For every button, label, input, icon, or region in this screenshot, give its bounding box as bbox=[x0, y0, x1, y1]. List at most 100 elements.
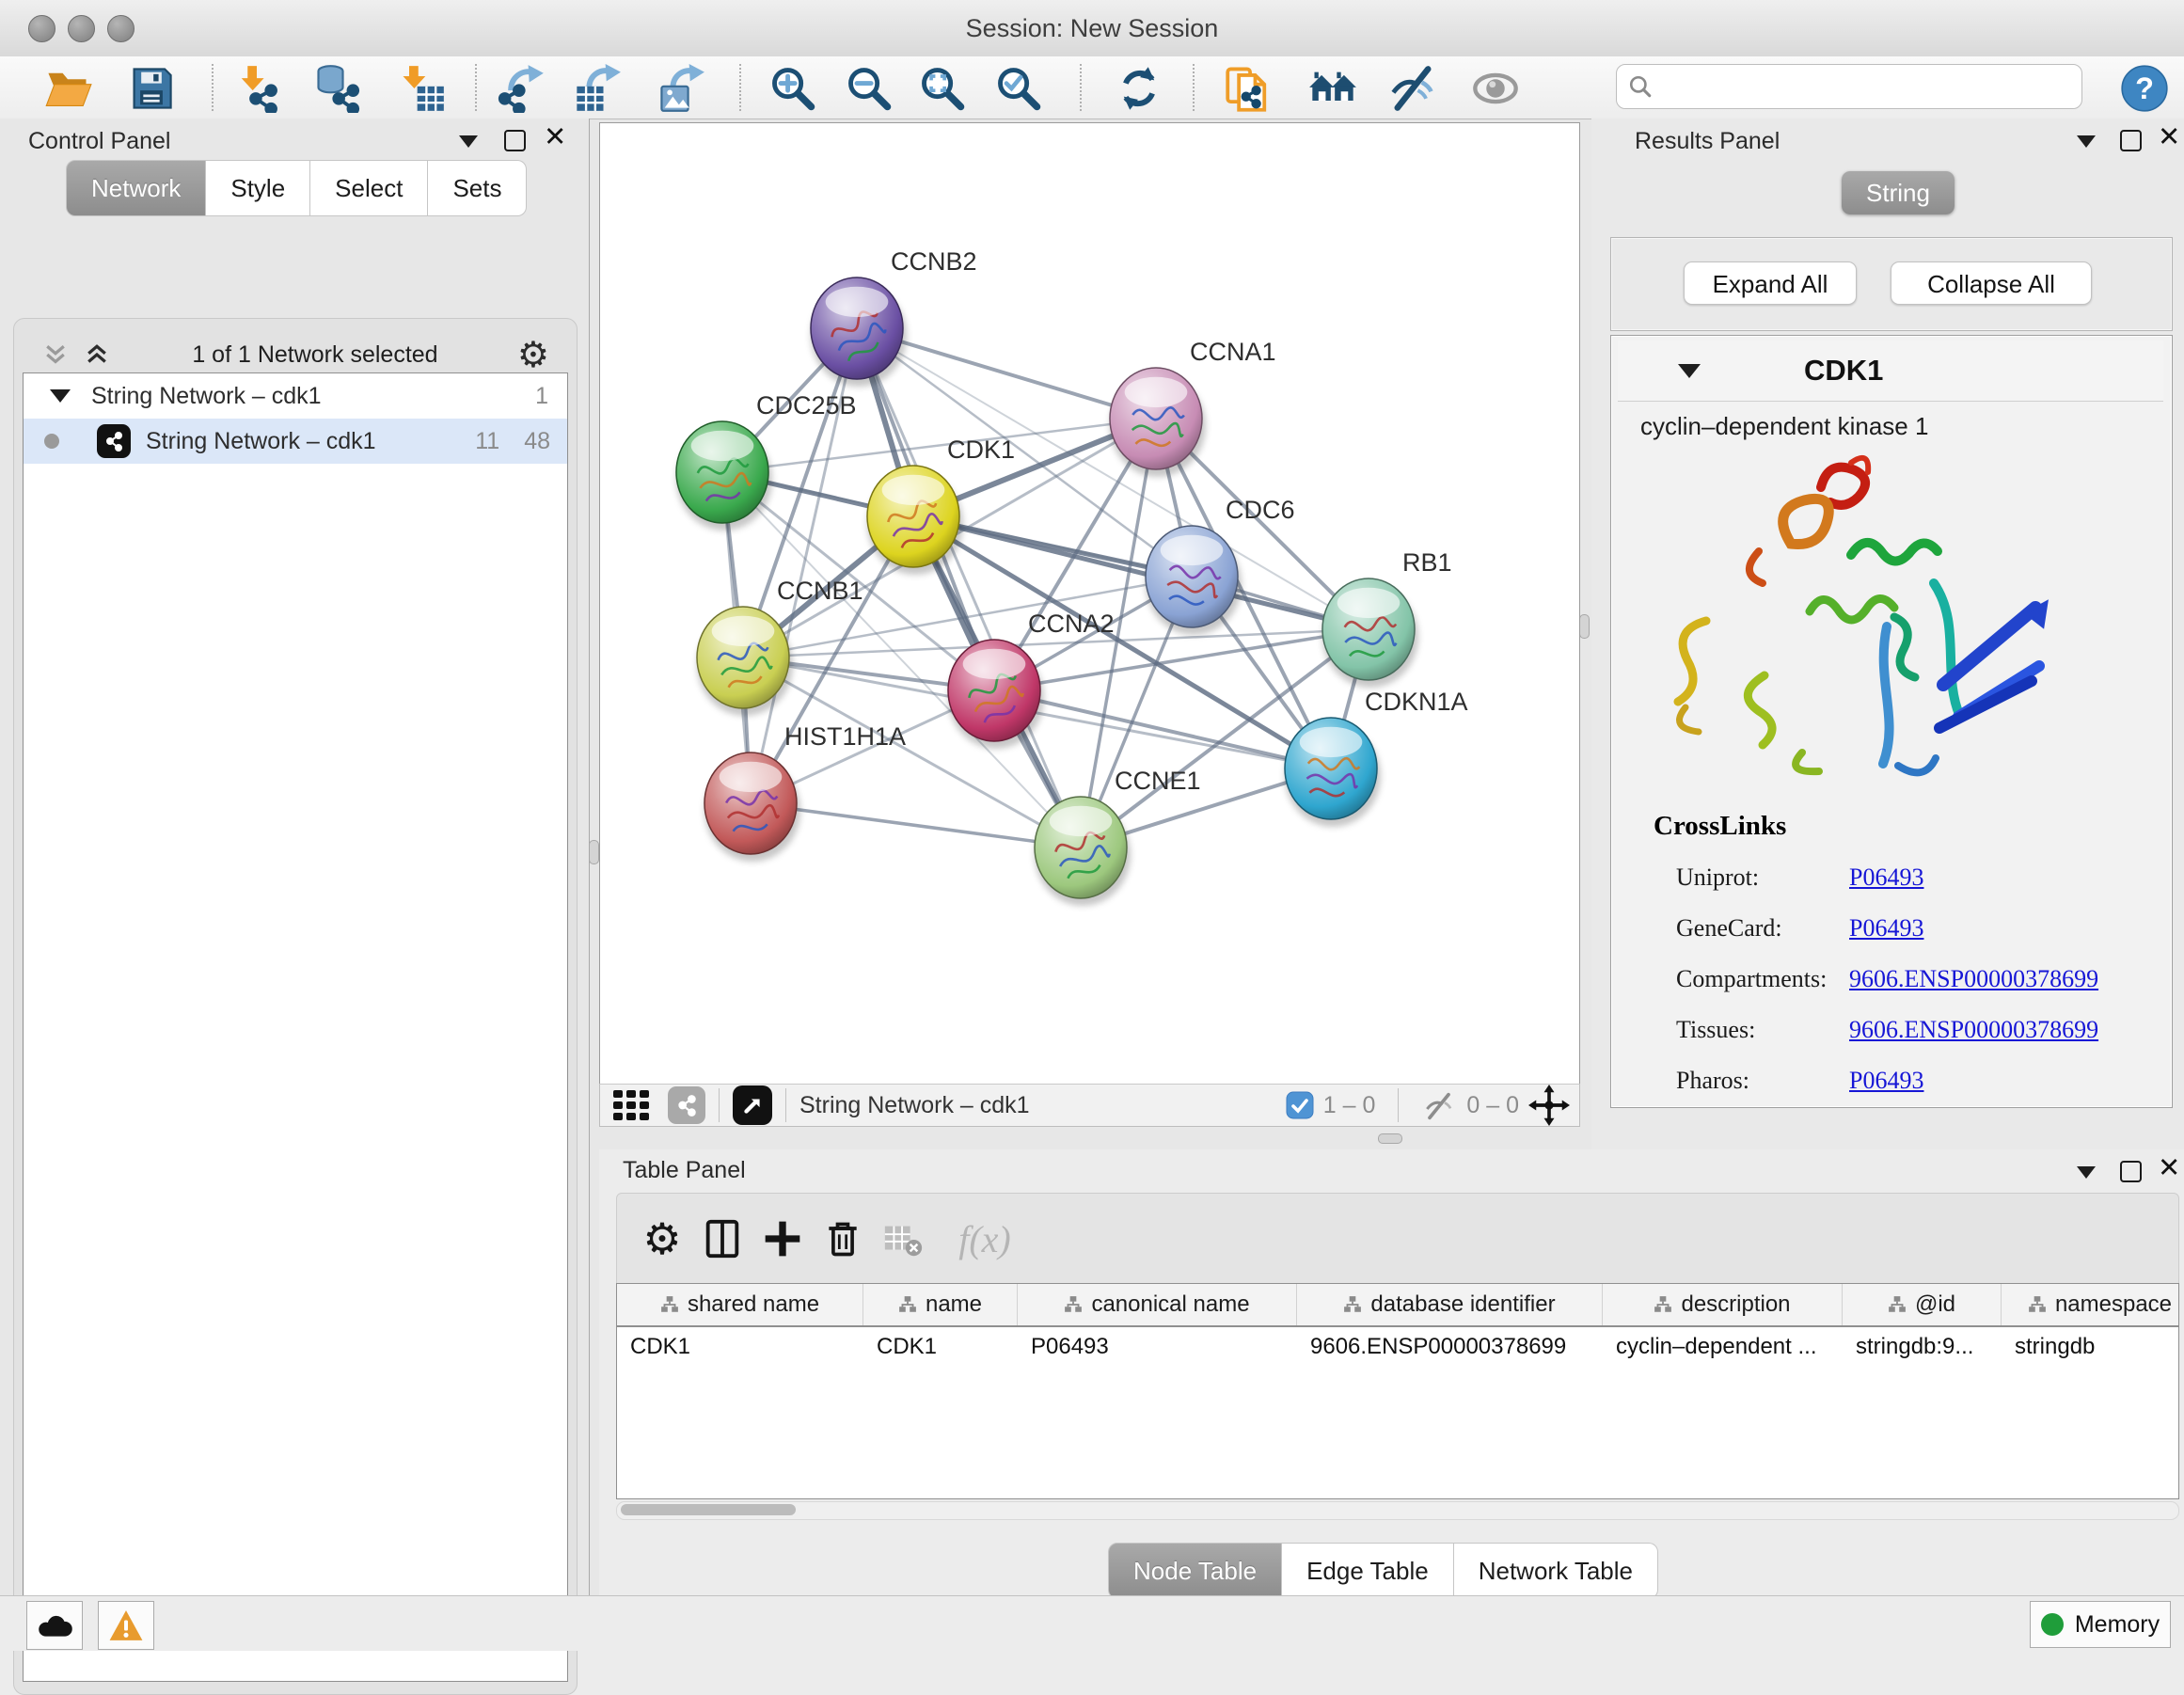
table-cell[interactable]: stringdb bbox=[2002, 1334, 2179, 1360]
grid-view-icon[interactable] bbox=[613, 1088, 653, 1122]
search-input[interactable] bbox=[1662, 72, 2061, 101]
expand-all-icon[interactable] bbox=[81, 341, 113, 369]
eye-slash-icon bbox=[1388, 64, 1437, 113]
table-settings-gear-icon[interactable]: ⚙ bbox=[632, 1209, 692, 1269]
warning-status-button[interactable] bbox=[98, 1601, 154, 1650]
table-cell[interactable]: CDK1 bbox=[617, 1334, 863, 1360]
gear-icon[interactable]: ⚙ bbox=[517, 334, 549, 376]
cloud-status-button[interactable] bbox=[26, 1601, 83, 1650]
network-edge-ccnb2-ccne1[interactable] bbox=[857, 328, 1081, 848]
crosslink-tissues[interactable]: 9606.ENSP00000378699 bbox=[1849, 1016, 2098, 1044]
show-graphics-button[interactable] bbox=[1469, 62, 1522, 115]
tab-node-table[interactable]: Node Table bbox=[1108, 1543, 1282, 1599]
scrollbar-thumb[interactable] bbox=[621, 1504, 796, 1515]
table-panel-tabs: Node TableEdge TableNetwork Table bbox=[1108, 1543, 1658, 1599]
add-column-icon[interactable] bbox=[752, 1209, 813, 1269]
selected-checkbox-icon[interactable] bbox=[1286, 1091, 1314, 1119]
crosslink-compartments[interactable]: 9606.ENSP00000378699 bbox=[1849, 965, 2098, 993]
svg-text:?: ? bbox=[2135, 71, 2154, 105]
clone-network-button[interactable] bbox=[1223, 62, 1275, 115]
import-network-button[interactable] bbox=[230, 62, 283, 115]
fit-content-crosshair-icon[interactable] bbox=[1528, 1085, 1570, 1126]
delete-column-trash-icon[interactable] bbox=[813, 1209, 873, 1269]
string-home-button[interactable] bbox=[1306, 62, 1359, 115]
show-columns-icon[interactable] bbox=[692, 1209, 752, 1269]
tab-style[interactable]: Style bbox=[206, 160, 310, 216]
column-header-name[interactable]: name bbox=[863, 1284, 1018, 1325]
column-header-shared-name[interactable]: shared name bbox=[617, 1284, 863, 1325]
collapse-all-button[interactable]: Collapse All bbox=[1891, 261, 2092, 305]
database-import-icon bbox=[312, 64, 361, 113]
results-float-button[interactable] bbox=[2120, 130, 2142, 151]
refresh-view-button[interactable] bbox=[1113, 62, 1165, 115]
selected-count: 1 – 0 bbox=[1323, 1092, 1376, 1119]
tab-string[interactable]: String bbox=[1842, 171, 1955, 214]
table-cell[interactable]: P06493 bbox=[1018, 1334, 1297, 1360]
network-row-selected[interactable]: String Network – cdk1 11 48 bbox=[24, 419, 567, 464]
results-close-button[interactable]: ✕ bbox=[2158, 128, 2180, 147]
panel-close-button[interactable]: ✕ bbox=[544, 128, 566, 147]
tab-sets[interactable]: Sets bbox=[428, 160, 527, 216]
panel-float-button[interactable] bbox=[504, 130, 526, 151]
network-graph[interactable]: CCNB2CCNA1CDC25BCDK1CDC6RB1CCNB1CCNA2CDK… bbox=[600, 123, 1579, 1085]
table-float-button[interactable] bbox=[2120, 1161, 2142, 1182]
hide-graphics-button[interactable] bbox=[1386, 62, 1439, 115]
share-view-icon[interactable] bbox=[668, 1086, 705, 1124]
table-cell[interactable]: cyclin–dependent ... bbox=[1603, 1334, 1843, 1360]
column-header-description[interactable]: description bbox=[1603, 1284, 1843, 1325]
card-collapse-caret-icon[interactable] bbox=[1678, 364, 1701, 378]
help-button[interactable]: ? bbox=[2118, 62, 2171, 115]
table-cell[interactable]: stringdb:9... bbox=[1843, 1334, 2002, 1360]
zoom-in-button[interactable] bbox=[767, 62, 819, 115]
zoom-selected-button[interactable] bbox=[992, 62, 1045, 115]
table-close-button[interactable]: ✕ bbox=[2158, 1159, 2180, 1178]
bottom-splitter-handle[interactable] bbox=[1378, 1133, 1402, 1144]
hidden-eye-slash-icon[interactable] bbox=[1421, 1090, 1457, 1120]
network-edge-ccna2-cdkn1a[interactable] bbox=[994, 690, 1331, 768]
tab-edge-table[interactable]: Edge Table bbox=[1282, 1543, 1454, 1599]
export-image-button[interactable] bbox=[655, 62, 707, 115]
left-splitter-handle[interactable] bbox=[589, 840, 599, 864]
network-list-header: 1 of 1 Network selected ⚙ bbox=[23, 337, 566, 372]
network-edge-cdk1-rb1[interactable] bbox=[913, 516, 1369, 629]
zoom-out-button[interactable] bbox=[843, 62, 895, 115]
node-table: shared namenamecanonical namedatabase id… bbox=[616, 1283, 2179, 1499]
collapse-all-icon[interactable] bbox=[40, 341, 71, 369]
export-table-button[interactable] bbox=[571, 62, 624, 115]
table-menu-caret-icon[interactable] bbox=[2077, 1166, 2096, 1179]
expand-all-button[interactable]: Expand All bbox=[1684, 261, 1857, 305]
table-cell[interactable]: 9606.ENSP00000378699 bbox=[1297, 1334, 1603, 1360]
panel-menu-caret-icon[interactable] bbox=[459, 135, 478, 148]
open-session-button[interactable] bbox=[41, 62, 94, 115]
column-header-canonical-name[interactable]: canonical name bbox=[1018, 1284, 1297, 1325]
column-header-database-identifier[interactable]: database identifier bbox=[1297, 1284, 1603, 1325]
tab-network[interactable]: Network bbox=[66, 160, 206, 216]
crosslink-genecard[interactable]: P06493 bbox=[1849, 914, 1923, 943]
protein-card-header[interactable]: CDK1 bbox=[1618, 341, 2163, 402]
zoom-fit-button[interactable] bbox=[916, 62, 969, 115]
table-cell[interactable]: CDK1 bbox=[863, 1334, 1018, 1360]
right-splitter-handle[interactable] bbox=[1579, 614, 1590, 639]
column-header-namespace[interactable]: namespace bbox=[2002, 1284, 2179, 1325]
birdseye-view-toggle[interactable] bbox=[733, 1085, 772, 1125]
tree-expand-icon[interactable] bbox=[50, 389, 71, 403]
tab-select[interactable]: Select bbox=[310, 160, 428, 216]
column-header-@id[interactable]: @id bbox=[1843, 1284, 2002, 1325]
results-menu-caret-icon[interactable] bbox=[2077, 135, 2096, 148]
table-horizontal-scrollbar[interactable] bbox=[616, 1501, 2179, 1520]
function-builder-icon-disabled: f(x) bbox=[933, 1209, 1037, 1269]
tab-network-table[interactable]: Network Table bbox=[1454, 1543, 1658, 1599]
import-network-from-database-button[interactable] bbox=[310, 62, 363, 115]
table-row[interactable]: CDK1CDK1P064939606.ENSP00000378699cyclin… bbox=[617, 1327, 2178, 1367]
crosslink-pharos[interactable]: P06493 bbox=[1849, 1067, 1923, 1095]
save-session-button[interactable] bbox=[125, 62, 178, 115]
memory-button[interactable]: Memory bbox=[2030, 1601, 2171, 1648]
crosslinks-title: CrossLinks bbox=[1654, 811, 1786, 842]
import-table-button[interactable] bbox=[395, 62, 448, 115]
column-type-icon bbox=[898, 1295, 917, 1314]
crosslink-uniprot[interactable]: P06493 bbox=[1849, 863, 1923, 892]
search-field[interactable] bbox=[1616, 64, 2082, 109]
export-network-button[interactable] bbox=[495, 62, 547, 115]
network-collection-row[interactable]: String Network – cdk1 1 bbox=[24, 373, 567, 419]
network-canvas[interactable]: CCNB2CCNA1CDC25BCDK1CDC6RB1CCNB1CCNA2CDK… bbox=[599, 122, 1580, 1085]
